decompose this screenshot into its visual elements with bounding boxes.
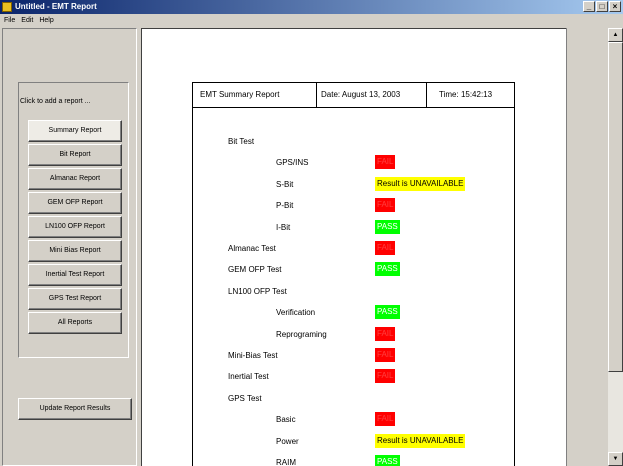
report-header: EMT Summary Report Date: August 13, 2003… <box>192 82 515 108</box>
test-label: Almanac Test <box>228 244 276 253</box>
status-badge: PASS <box>375 305 400 319</box>
test-label: Bit Test <box>228 137 255 146</box>
app-icon <box>2 2 12 12</box>
date-value: August 13, 2003 <box>341 90 401 99</box>
status-badge: PASS <box>375 455 400 466</box>
time-value: 15:42:13 <box>460 90 493 99</box>
status-badge: Result is UNAVAILABLE <box>375 434 466 448</box>
menu-edit[interactable]: Edit <box>21 14 33 27</box>
scroll-down-arrow-icon[interactable]: ▼ <box>608 452 623 466</box>
update-report-results-button[interactable]: Update Report Results <box>18 398 132 420</box>
test-label: RAIM <box>276 458 296 466</box>
inertial-test-report-button[interactable]: Inertial Test Report <box>28 264 122 286</box>
minimize-button[interactable]: _ <box>583 1 595 12</box>
status-badge: PASS <box>375 262 400 276</box>
window-title: Untitled - EMT Report <box>15 2 97 11</box>
document-margin <box>566 28 608 466</box>
menu-bar: File Edit Help <box>0 14 623 27</box>
report-date: Date: August 13, 2003 <box>317 82 427 107</box>
mini-bias-report-button[interactable]: Mini Bias Report <box>28 240 122 262</box>
status-badge: FAIL <box>375 155 396 169</box>
report-time: Time: 15:42:13 <box>439 90 493 99</box>
status-badge: FAIL <box>375 327 396 341</box>
vertical-scrollbar[interactable]: ▲ ▼ <box>608 28 623 466</box>
status-badge: FAIL <box>375 198 396 212</box>
close-button[interactable]: × <box>609 1 621 12</box>
status-badge: FAIL <box>375 412 396 426</box>
status-badge: PASS <box>375 220 400 234</box>
test-label: Basic <box>276 415 296 424</box>
test-label: S-Bit <box>276 180 294 189</box>
test-label: LN100 OFP Test <box>228 287 287 296</box>
title-bar: Untitled - EMT Report _ □ × <box>0 0 623 14</box>
scroll-thumb[interactable] <box>608 42 623 372</box>
menu-file[interactable]: File <box>4 14 15 27</box>
test-label: GPS Test <box>228 394 262 403</box>
test-label: Inertial Test <box>228 372 269 381</box>
test-label: P-Bit <box>276 201 294 210</box>
test-label: Power <box>276 437 299 446</box>
status-badge: FAIL <box>375 369 396 383</box>
report-title: EMT Summary Report <box>192 82 317 107</box>
bit-report-button[interactable]: Bit Report <box>28 144 122 166</box>
maximize-button[interactable]: □ <box>596 1 608 12</box>
gem-ofp-report-button[interactable]: GEM OFP Report <box>28 192 122 214</box>
gps-test-report-button[interactable]: GPS Test Report <box>28 288 122 310</box>
status-badge: FAIL <box>375 241 396 255</box>
all-reports-button[interactable]: All Reports <box>28 312 122 334</box>
status-badge: FAIL <box>375 348 396 362</box>
test-label: GEM OFP Test <box>228 265 282 274</box>
almanac-report-button[interactable]: Almanac Report <box>28 168 122 190</box>
test-label: Reprograming <box>276 330 327 339</box>
test-label: Verification <box>276 308 316 317</box>
summary-report-button[interactable]: Summary Report <box>28 120 122 142</box>
add-report-prompt: Click to add a report ... <box>20 98 91 105</box>
status-badge: Result is UNAVAILABLE <box>375 177 466 191</box>
test-label: I-Bit <box>276 223 291 232</box>
scroll-up-arrow-icon[interactable]: ▲ <box>608 28 623 42</box>
menu-help[interactable]: Help <box>39 14 53 27</box>
test-label: Mini-Bias Test <box>228 351 278 360</box>
ln100-ofp-report-button[interactable]: LN100 OFP Report <box>28 216 122 238</box>
test-label: GPS/INS <box>276 158 309 167</box>
